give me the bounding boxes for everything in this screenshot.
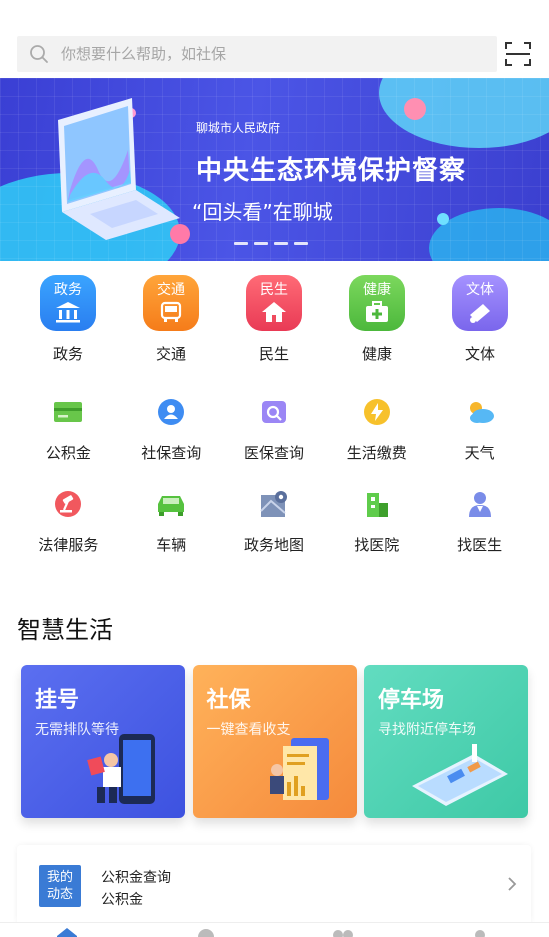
category-label: 健康	[361, 345, 392, 363]
section-title: 智慧生活	[17, 616, 113, 644]
category-government[interactable]: 政务 政务	[17, 275, 119, 364]
ticket-icon	[470, 304, 490, 323]
service-label: 公积金	[45, 444, 91, 462]
category-label: 民生	[258, 345, 289, 363]
service-tab-icon[interactable]	[196, 927, 216, 937]
document-illustration	[269, 738, 329, 800]
search-row	[17, 36, 531, 72]
parking-phone-illustration	[412, 744, 508, 806]
transport-tile-text: 交通	[157, 282, 185, 298]
house-icon	[262, 302, 286, 322]
search-input[interactable]	[61, 45, 461, 63]
bottom-tab-bar	[0, 922, 549, 937]
banner-headline: 中央生态环境保护督察	[196, 156, 467, 186]
banner-subtitle: “回头看”在聊城	[192, 200, 333, 224]
phone-illustration	[87, 734, 155, 804]
chevron-right-icon	[508, 877, 517, 891]
card-social-security[interactable]: 社保 一键查看收支	[192, 665, 357, 818]
service-label: 天气	[464, 444, 495, 462]
social-security-icon	[158, 399, 185, 425]
search-icon	[30, 45, 48, 63]
government-building-icon	[56, 302, 80, 323]
category-culture-sports[interactable]: 文体 文体	[429, 275, 531, 364]
service-find-doctor[interactable]: 找医生	[428, 487, 531, 555]
card-title: 挂号	[35, 688, 80, 713]
service-label: 医保查询	[243, 444, 304, 462]
service-label: 车辆	[156, 536, 187, 554]
health-tile: 健康	[349, 275, 405, 331]
laptop-illustration	[58, 98, 180, 240]
service-label: 找医生	[457, 536, 503, 554]
activity-title: 公积金查询	[101, 870, 171, 886]
health-tile-text: 健康	[363, 282, 391, 298]
profile-tab-icon[interactable]	[472, 927, 488, 937]
service-vehicle[interactable]: 车辆	[120, 487, 223, 555]
gavel-icon	[55, 491, 82, 517]
badge-line-2: 动态	[46, 887, 73, 902]
category-transport[interactable]: 交通 交通	[120, 275, 222, 364]
hospital-icon	[366, 493, 388, 517]
smart-life-cards: 挂号 无需排队等待 社保 一键查看收支 停车场 寻找附近停车场	[21, 665, 528, 818]
service-housing-fund[interactable]: 公积金	[17, 395, 120, 463]
service-weather[interactable]: 天气	[428, 395, 531, 463]
bus-icon	[160, 301, 182, 322]
weather-icon	[469, 402, 494, 423]
card-title: 停车场	[378, 688, 445, 713]
category-health[interactable]: 健康 健康	[326, 275, 428, 364]
service-social-security[interactable]: 社保查询	[120, 395, 223, 463]
service-medical-insurance[interactable]: 医保查询	[223, 395, 326, 463]
badge-line-1: 我的	[46, 870, 73, 885]
banner-gov-label: 聊城市人民政府	[196, 121, 281, 135]
livelihood-tile-text: 民生	[260, 282, 288, 298]
service-label: 政务地图	[243, 536, 304, 554]
service-label: 生活缴费	[346, 444, 407, 462]
carousel-indicator[interactable]	[234, 242, 308, 245]
my-activity-card[interactable]: 我的 动态 公积金查询 公积金	[17, 845, 531, 925]
category-label: 文体	[464, 345, 495, 363]
service-label: 找医院	[354, 536, 400, 554]
service-legal[interactable]: 法律服务	[17, 487, 120, 555]
livelihood-tile: 民生	[246, 275, 302, 331]
search-box[interactable]	[17, 36, 497, 72]
doctor-icon	[468, 492, 491, 517]
map-icon	[260, 491, 287, 517]
category-label: 交通	[155, 345, 186, 363]
medical-insurance-icon	[261, 401, 286, 423]
service-gov-map[interactable]: 政务地图	[223, 487, 326, 555]
service-utility-payment[interactable]: 生活缴费	[325, 395, 428, 463]
service-label: 法律服务	[38, 536, 99, 554]
category-livelihood[interactable]: 民生 民生	[223, 275, 325, 364]
my-activity-badge: 我的 动态	[39, 865, 81, 907]
culture-sports-tile-text: 文体	[466, 282, 494, 298]
transport-tile: 交通	[143, 275, 199, 331]
card-icon	[54, 402, 83, 422]
activity-subtitle: 公积金	[101, 892, 143, 908]
apps-tab-icon[interactable]	[331, 927, 355, 937]
government-tile: 政务	[40, 275, 96, 331]
card-subtitle: 寻找附近停车场	[378, 722, 476, 738]
banner-carousel[interactable]: 聊城市人民政府 中央生态环境保护督察 “回头看”在聊城	[0, 78, 549, 261]
culture-sports-tile: 文体	[452, 275, 508, 331]
service-grid: 公积金 社保查询 医保查询 生活缴费 天气 法律服务 车辆 政务地图 找医院 找…	[17, 395, 531, 555]
government-tile-text: 政务	[54, 282, 82, 298]
car-icon	[158, 496, 185, 516]
bolt-icon	[363, 399, 390, 425]
category-row: 政务 政务 交通 交通 民生 民生 健康 健康 文体 文体	[17, 275, 531, 364]
home-tab-icon[interactable]	[56, 927, 78, 937]
card-register[interactable]: 挂号 无需排队等待	[21, 665, 185, 818]
scan-icon[interactable]	[505, 41, 531, 67]
medical-kit-icon	[366, 301, 388, 322]
card-title: 社保	[206, 688, 251, 713]
category-label: 政务	[52, 345, 83, 363]
card-parking[interactable]: 停车场 寻找附近停车场	[364, 665, 528, 818]
service-find-hospital[interactable]: 找医院	[325, 487, 428, 555]
service-label: 社保查询	[141, 444, 202, 462]
